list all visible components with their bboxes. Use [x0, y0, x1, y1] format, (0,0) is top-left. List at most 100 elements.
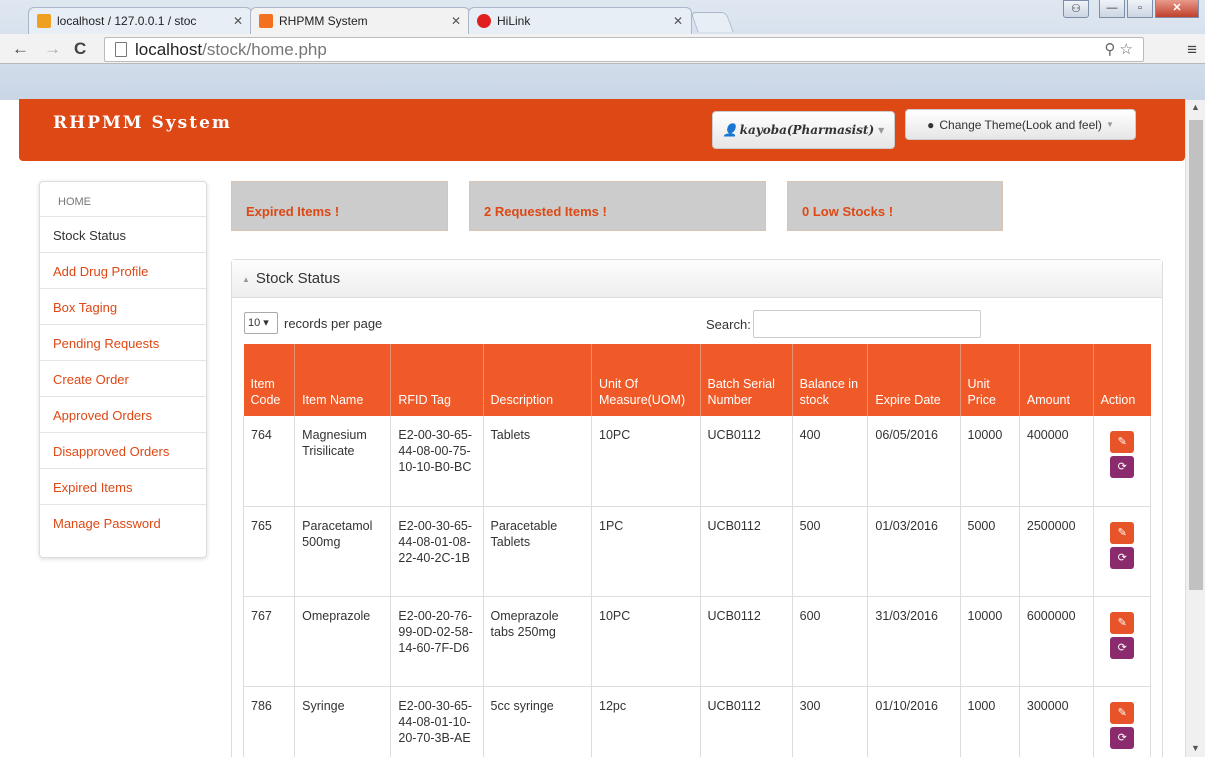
- col-uom[interactable]: Unit Of Measure(UOM): [591, 344, 701, 416]
- sidebar-item-add-drug-profile[interactable]: Add Drug Profile: [40, 252, 206, 288]
- scroll-up-icon[interactable]: ▲: [1191, 102, 1200, 112]
- cell-rfid: E2-00-30-65-44-08-00-75-10-10-B0-BC: [390, 416, 484, 507]
- cell-amount: 300000: [1019, 686, 1094, 757]
- col-item-name[interactable]: Item Name: [294, 344, 392, 416]
- change-theme-button[interactable]: ● Change Theme(Look and feel) ▼: [905, 109, 1136, 140]
- close-window-button[interactable]: ✕: [1155, 0, 1199, 18]
- scroll-down-icon[interactable]: ▼: [1191, 743, 1200, 753]
- tab-strip: localhost / 127.0.0.1 / stoc ✕ RHPMM Sys…: [0, 0, 1205, 34]
- cell-code: 764: [242, 416, 296, 507]
- cell-action: ✎ ⟳: [1093, 506, 1152, 597]
- close-tab-icon[interactable]: ✕: [451, 14, 461, 28]
- col-expire-date[interactable]: Expire Date: [867, 344, 961, 416]
- new-tab-button[interactable]: [690, 12, 734, 32]
- scrollbar-thumb[interactable]: [1189, 120, 1203, 590]
- cell-code: 767: [242, 596, 296, 687]
- sidebar-item-create-order[interactable]: Create Order: [40, 360, 206, 396]
- refresh-button[interactable]: ⟳: [1110, 456, 1135, 478]
- cell-price: 10000: [960, 596, 1020, 687]
- tab-title: localhost / 127.0.0.1 / stoc: [57, 14, 197, 28]
- alert-requested-items[interactable]: 2 Requested Items !: [469, 181, 766, 231]
- sidebar-item-expired-items[interactable]: Expired Items: [40, 468, 206, 504]
- browser-chrome: localhost / 127.0.0.1 / stoc ✕ RHPMM Sys…: [0, 0, 1205, 100]
- page-length-select[interactable]: 10 ▾: [244, 312, 278, 334]
- col-amount[interactable]: Amount: [1019, 344, 1094, 416]
- cell-expire: 31/03/2016: [867, 596, 961, 687]
- tab-title: RHPMM System: [279, 14, 368, 28]
- col-balance[interactable]: Balance in stock: [792, 344, 869, 416]
- cell-uom: 1PC: [591, 506, 701, 597]
- cell-uom: 12pc: [591, 686, 701, 757]
- col-item-code[interactable]: Item Code: [243, 344, 296, 416]
- cell-description: Omeprazole tabs 250mg: [483, 596, 593, 687]
- col-batch[interactable]: Batch Serial Number: [700, 344, 793, 416]
- droplet-icon: ●: [927, 117, 935, 132]
- sidebar-item-box-taging[interactable]: Box Taging: [40, 288, 206, 324]
- table-row: 765 Paracetamol 500mg E2-00-30-65-44-08-…: [242, 506, 1152, 597]
- sidebar-item-stock-status[interactable]: Stock Status: [40, 216, 206, 252]
- alert-expired-items[interactable]: Expired Items !: [231, 181, 448, 231]
- search-input[interactable]: [752, 310, 981, 338]
- refresh-icon: ⟳: [1117, 551, 1127, 564]
- cell-description: Paracetable Tablets: [483, 506, 593, 597]
- user-label: kayoba(Pharmasist): [739, 123, 875, 137]
- edit-icon: ✎: [1117, 526, 1127, 539]
- vertical-scrollbar[interactable]: ▲ ▼: [1185, 100, 1205, 757]
- col-unit-price[interactable]: Unit Price: [960, 344, 1020, 416]
- cell-action: ✎ ⟳: [1093, 596, 1152, 687]
- user-icon: 👤: [722, 123, 738, 137]
- minimize-button[interactable]: —: [1099, 0, 1125, 18]
- table-row: 764 Magnesium Trisilicate E2-00-30-65-44…: [242, 416, 1152, 507]
- tab-phpmyadmin[interactable]: localhost / 127.0.0.1 / stoc ✕: [28, 7, 252, 34]
- user-icon[interactable]: ⚇: [1063, 0, 1089, 18]
- forward-icon[interactable]: →: [44, 39, 61, 59]
- zoom-star-icons[interactable]: ⚲ ☆: [1104, 38, 1133, 61]
- url-path: /stock/home.php: [202, 40, 327, 59]
- tab-rhpmm[interactable]: RHPMM System ✕: [250, 7, 470, 34]
- page-icon: [115, 42, 127, 57]
- menu-icon[interactable]: ≡: [1187, 40, 1197, 60]
- cell-price: 1000: [960, 686, 1020, 757]
- app-header: RHPMM System 👤 kayoba(Pharmasist) ▼ ● Ch…: [19, 99, 1185, 161]
- cell-balance: 400: [792, 416, 869, 507]
- tab-hilink[interactable]: HiLink ✕: [468, 7, 692, 34]
- sidebar-item-pending-requests[interactable]: Pending Requests: [40, 324, 206, 360]
- sidebar-item-approved-orders[interactable]: Approved Orders: [40, 396, 206, 432]
- cell-name: Syringe: [294, 686, 392, 757]
- brand[interactable]: RHPMM System: [53, 113, 232, 133]
- edit-button[interactable]: ✎: [1110, 431, 1135, 453]
- refresh-button[interactable]: ⟳: [1110, 636, 1135, 659]
- cell-batch: UCB0112: [700, 416, 793, 507]
- cell-uom: 10PC: [591, 596, 701, 687]
- close-tab-icon[interactable]: ✕: [673, 14, 683, 28]
- refresh-icon: ⟳: [1117, 461, 1127, 473]
- nav-header: HOME: [58, 196, 91, 208]
- sidebar: HOME Stock Status Add Drug Profile Box T…: [39, 181, 207, 558]
- edit-button[interactable]: ✎: [1110, 521, 1135, 544]
- cell-price: 5000: [960, 506, 1020, 597]
- cell-batch: UCB0112: [700, 506, 793, 597]
- cell-expire: 06/05/2016: [867, 416, 961, 507]
- reload-icon[interactable]: C: [74, 39, 86, 59]
- col-rfid-tag[interactable]: RFID Tag: [390, 344, 484, 416]
- app-container: RHPMM System 👤 kayoba(Pharmasist) ▼ ● Ch…: [19, 99, 1185, 757]
- window-controls: ⚇ — ▫ ✕: [1063, 0, 1199, 18]
- maximize-button[interactable]: ▫: [1127, 0, 1153, 18]
- col-description[interactable]: Description: [483, 344, 593, 416]
- sidebar-item-manage-password[interactable]: Manage Password: [40, 504, 206, 540]
- table-row: 767 Omeprazole E2-00-20-76-99-0D-02-58-1…: [242, 596, 1152, 687]
- edit-button[interactable]: ✎: [1110, 701, 1135, 724]
- address-bar[interactable]: localhost/stock/home.php ⚲ ☆: [104, 37, 1144, 62]
- panel-header[interactable]: ▲ Stock Status: [232, 260, 1162, 298]
- close-tab-icon[interactable]: ✕: [233, 14, 243, 28]
- refresh-button[interactable]: ⟳: [1110, 726, 1135, 749]
- back-icon[interactable]: ←: [12, 39, 29, 59]
- user-menu-button[interactable]: 👤 kayoba(Pharmasist) ▼: [712, 111, 895, 149]
- cell-balance: 500: [792, 506, 869, 597]
- edit-icon: ✎: [1117, 436, 1127, 448]
- refresh-button[interactable]: ⟳: [1110, 546, 1135, 569]
- table-row: 786 Syringe E2-00-30-65-44-08-01-10-20-7…: [242, 686, 1152, 757]
- edit-button[interactable]: ✎: [1110, 611, 1135, 634]
- alert-low-stocks[interactable]: 0 Low Stocks !: [787, 181, 1003, 231]
- sidebar-item-disapproved-orders[interactable]: Disapproved Orders: [40, 432, 206, 468]
